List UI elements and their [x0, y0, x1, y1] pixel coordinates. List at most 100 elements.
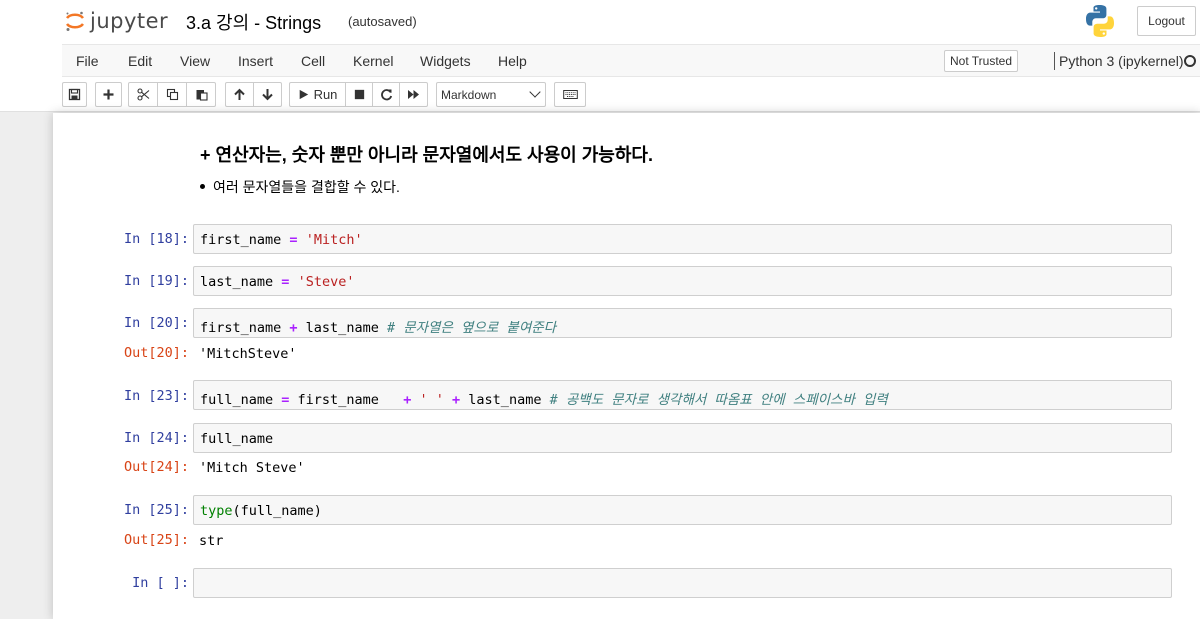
code-token-plain: last_name	[200, 274, 282, 290]
menu-edit[interactable]: Edit	[128, 53, 152, 69]
menu-cell[interactable]: Cell	[301, 53, 325, 69]
toolbar: Run Markdown	[62, 79, 1200, 111]
code-token-plain: (full_name)	[232, 503, 322, 519]
notebook-header: jupyter 3.a 강의 - Strings (autosaved) Log…	[0, 0, 1200, 112]
input-prompt: In [19]:	[123, 273, 189, 289]
code-cell-input[interactable]	[193, 568, 1172, 598]
menu-file[interactable]: File	[76, 53, 99, 69]
restart-run-all-button[interactable]	[399, 82, 428, 107]
input-prompt: In [ ]:	[132, 575, 189, 591]
save-button[interactable]	[62, 82, 87, 107]
copy-icon	[166, 88, 178, 101]
jupyter-logo[interactable]: jupyter	[64, 6, 168, 36]
fast-forward-icon	[408, 90, 419, 99]
chevron-down-icon	[529, 86, 541, 98]
menu-insert[interactable]: Insert	[238, 53, 273, 69]
code-token-comment: # 문자열은 옆으로 붙여준다	[386, 320, 557, 336]
notebook-title[interactable]: 3.a 강의 - Strings	[186, 9, 321, 35]
logout-button[interactable]: Logout	[1137, 6, 1196, 36]
input-prompt: In [20]:	[123, 315, 189, 331]
code-token-str: ' '	[419, 392, 444, 408]
code-token-op: =	[289, 232, 298, 248]
code-token-plain: full_name	[200, 431, 274, 447]
code-token-comment: # 공백도 문자로 생각해서 따옴표 안에 스페이스바 입력	[549, 392, 888, 408]
paste-icon	[196, 90, 208, 101]
input-prompt: In [25]:	[123, 502, 189, 518]
menu-view[interactable]: View	[180, 53, 210, 69]
output-prompt: Out[20]:	[123, 345, 189, 361]
add-icon	[103, 89, 114, 100]
kernel-separator	[1054, 52, 1055, 70]
trust-status-button[interactable]: Not Trusted	[944, 50, 1019, 72]
interrupt-button[interactable]	[345, 82, 373, 107]
code-token-str: 'Mitch'	[305, 232, 363, 248]
code-token-str: 'Steve'	[297, 274, 355, 290]
menu-widgets[interactable]: Widgets	[420, 53, 471, 69]
menu-help[interactable]: Help	[498, 53, 527, 69]
stop-icon	[354, 89, 364, 100]
cell-output: 'Mitch Steve'	[199, 460, 305, 476]
code-cell-input[interactable]: last_name = 'Steve'	[193, 266, 1172, 296]
menubar: File Edit View Insert Cell Kernel Widget…	[62, 44, 1200, 77]
command-palette-button[interactable]	[554, 82, 586, 107]
add-cell-button[interactable]	[95, 82, 122, 107]
code-token-plain: last_name	[297, 320, 387, 336]
header-top-bar: jupyter 3.a 강의 - Strings (autosaved) Log…	[0, 0, 1200, 44]
copy-button[interactable]	[157, 82, 187, 107]
code-line: first_name + last_name # 문자열은 옆으로 붙여준다	[200, 316, 556, 336]
code-token-plain: first_name	[200, 320, 290, 336]
cut-icon	[136, 88, 149, 101]
cell-type-select[interactable]: Markdown	[436, 82, 546, 107]
code-cell-input[interactable]: full_name	[193, 423, 1172, 453]
code-line: full_name	[200, 431, 273, 447]
save-icon	[68, 88, 81, 101]
code-token-op: +	[452, 392, 461, 408]
kernel-name[interactable]: Python 3 (ipykernel)	[1059, 53, 1184, 69]
code-line: type(full_name)	[200, 503, 322, 519]
code-cell-input[interactable]: type(full_name)	[193, 495, 1172, 525]
paste-button[interactable]	[186, 82, 216, 107]
kernel-idle-icon	[1184, 55, 1196, 67]
run-icon	[299, 89, 308, 100]
restart-button[interactable]	[372, 82, 400, 107]
code-token-plain: first_name	[289, 392, 404, 408]
cell-output: str	[199, 533, 224, 549]
input-prompt: In [18]:	[123, 231, 189, 247]
code-line: full_name = first_name + ' ' + last_name…	[200, 388, 888, 408]
input-prompt: In [24]:	[123, 430, 189, 446]
jupyter-logo-icon	[64, 10, 86, 32]
move-up-icon	[234, 88, 245, 100]
input-prompt: In [23]:	[123, 388, 189, 404]
code-token-op: +	[289, 320, 298, 336]
autosave-status: (autosaved)	[348, 14, 417, 29]
code-token-plain: full_name	[200, 392, 282, 408]
move-down-icon	[262, 89, 273, 101]
logo-text: jupyter	[90, 9, 169, 33]
code-token-builtin: type	[200, 503, 233, 519]
code-token-plain: first_name	[200, 232, 290, 248]
cell-type-value: Markdown	[441, 87, 497, 102]
output-prompt: Out[25]:	[123, 532, 189, 548]
cut-button[interactable]	[128, 82, 158, 107]
notebook-container: + 연산자는, 숫자 뿐만 아니라 문자열에서도 사용이 가능하다. 여러 문자…	[53, 113, 1200, 619]
move-down-button[interactable]	[253, 82, 282, 107]
restart-icon	[380, 89, 392, 101]
move-up-button[interactable]	[225, 82, 254, 107]
cell-output: 'MitchSteve'	[199, 346, 297, 362]
menu-kernel[interactable]: Kernel	[353, 53, 393, 69]
python-logo-icon	[1084, 4, 1116, 38]
markdown-heading: + 연산자는, 숫자 뿐만 아니라 문자열에서도 사용이 가능하다.	[200, 145, 653, 165]
markdown-bullet: 여러 문자열들을 결합할 수 있다.	[200, 179, 400, 195]
run-button[interactable]: Run	[289, 82, 346, 107]
code-cell-input[interactable]: full_name = first_name + ' ' + last_name…	[193, 380, 1172, 410]
code-token-plain: last_name	[460, 392, 550, 408]
code-line: first_name = 'Mitch'	[200, 232, 363, 248]
run-label: Run	[313, 87, 338, 102]
code-cell-input[interactable]: first_name + last_name # 문자열은 옆으로 붙여준다	[193, 308, 1172, 338]
code-cell-input[interactable]: first_name = 'Mitch'	[193, 224, 1172, 254]
output-prompt: Out[24]:	[123, 459, 189, 475]
